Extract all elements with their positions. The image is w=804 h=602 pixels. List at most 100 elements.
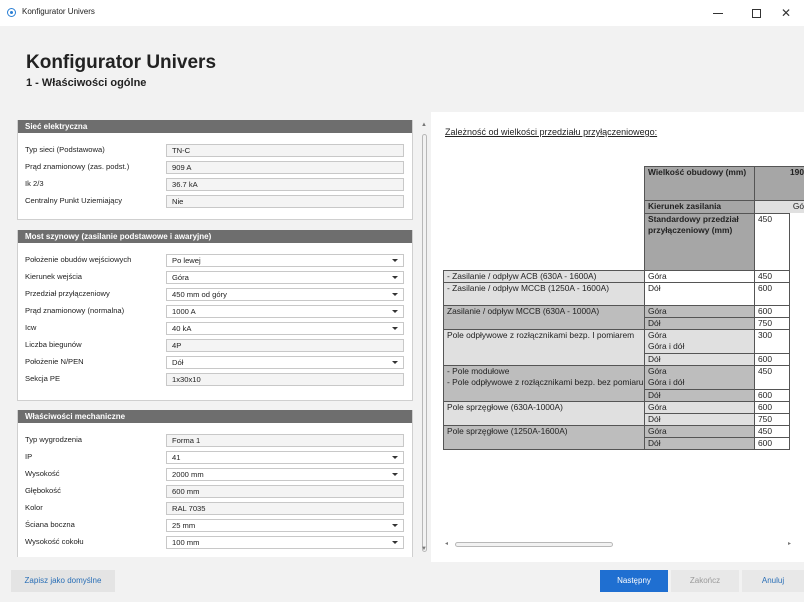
scroll-up-icon[interactable]: ▲ [421,122,427,128]
property-label: Ściana boczna [25,520,75,529]
properties-scrollbar[interactable]: ▲ ▼ [418,120,430,557]
wysokosc-cokolu-select[interactable]: 100 mm [166,536,404,549]
typ-wygrodzenia-field: Forma 1 [166,434,404,447]
property-row: Głębokość 600 mm [18,483,413,499]
property-row: Kolor RAL 7035 [18,500,413,516]
table-row-value: 600 [754,282,790,305]
kierunek-wejscia-select[interactable]: Góra [166,271,404,284]
property-label: Głębokość [25,486,61,495]
page-subtitle: 1 - Właściwości ogólne [26,77,147,89]
scroll-down-icon[interactable]: ▼ [421,546,427,552]
property-label: Wysokość cokołu [25,537,84,546]
ip-select[interactable]: 41 [166,451,404,464]
wysokosc-select[interactable]: 2000 mm [166,468,404,481]
table-row-direction: Góra [644,305,754,317]
property-row: Prąd znamionowy (normalna) 1000 A [18,303,413,319]
table-row-value: 750 [754,413,790,425]
glebokosc-field: 600 mm [166,485,404,498]
table-header-standard-label: Standardowy przedział przyłączeniowy (mm… [644,213,754,270]
table-row-name: - Zasilanie / odpływ MCCB (1250A - 1600A… [443,282,644,305]
property-row: IP 41 [18,449,413,465]
table-header-direction-value: Gó [754,200,804,213]
minimize-icon [713,12,723,14]
content-area: Sieć elektryczna Typ sieci (Podstawowa) … [0,112,804,562]
property-label: IP [25,452,33,461]
table-row-value: 450 [754,270,790,282]
section-wlasciwosci-mechaniczne: Właściwości mechaniczne Typ wygrodzenia … [17,410,413,557]
table-row-value: 450 [754,365,790,389]
chevron-down-icon [392,456,398,459]
scroll-left-icon[interactable]: ◂ [445,540,448,547]
property-row: Centralny Punkt Uziemiający Nie [18,193,413,209]
close-button[interactable]: ✕ [768,0,804,26]
table-row-name: Pole sprzęgłowe (1250A-1600A) [443,425,644,450]
chevron-down-icon [392,327,398,330]
footer-bar: Zapisz jako domyślne Następny Zakończ An… [0,562,804,602]
save-as-default-button[interactable]: Zapisz jako domyślne [11,570,115,592]
property-row: Wysokość 2000 mm [18,466,413,482]
table-header-standard-value: 450 [754,213,790,270]
table-row-value: 600 [754,437,790,450]
prad-znamionowy-select[interactable]: 1000 A [166,305,404,318]
properties-panel: Sieć elektryczna Typ sieci (Podstawowa) … [17,120,413,557]
finish-button[interactable]: Zakończ [671,570,739,592]
property-row: Ik 2/3 36.7 kA [18,176,413,192]
table-row-value: 300 [754,329,790,353]
property-label: Kolor [25,503,43,512]
chevron-down-icon [392,259,398,262]
select-value: 2000 mm [172,470,204,479]
section-most-szynowy: Most szynowy (zasilanie podstawowe i awa… [17,230,413,401]
maximize-icon [751,8,761,18]
icw-select[interactable]: 40 kA [166,322,404,335]
minimize-button[interactable] [700,0,736,26]
next-button[interactable]: Następny [600,570,668,592]
section-title: Most szynowy (zasilanie podstawowe i awa… [18,230,412,243]
chevron-down-icon [392,473,398,476]
table-row-name: Pole sprzęgłowe (630A-1000A) [443,401,644,425]
property-row: Położenie obudów wejściowych Po lewej [18,252,413,268]
property-label: Liczba biegunów [25,340,82,349]
property-row: Przedział przyłączeniowy 450 mm od góry [18,286,413,302]
select-value: 25 mm [172,521,196,530]
table-row-direction: Góra [644,329,754,341]
scrollbar-thumb[interactable] [422,134,427,552]
polozenie-obudow-select[interactable]: Po lewej [166,254,404,267]
property-row: Prąd znamionowy (zas. podst.) 909 A [18,159,413,175]
section-siec-elektryczna: Sieć elektryczna Typ sieci (Podstawowa) … [17,120,413,220]
table-row-direction: Dół [644,437,754,450]
table-horizontal-scrollbar[interactable]: ◂ ▸ [445,540,795,550]
chevron-down-icon [392,524,398,527]
polozenie-npen-select[interactable]: Dół [166,356,404,369]
chevron-down-icon [392,541,398,544]
dependency-title: Zależność od wielkości przedziału przyłą… [445,127,658,137]
table-row-direction: Góra [644,365,754,377]
dependency-table: Wielkość obudowy (mm) 190 Kierunek zasil… [443,166,804,498]
title-bar: Konfigurator Univers ✕ [0,0,804,26]
table-row-direction: Góra [644,401,754,413]
chevron-down-icon [392,293,398,296]
table-header-direction-label: Kierunek zasilania [644,200,754,213]
prad-znamionowy-field: 909 A [166,161,404,174]
scroll-right-icon[interactable]: ▸ [788,540,791,547]
table-row-direction: Góra [644,270,754,282]
window-title: Konfigurator Univers [22,7,95,16]
table-row-name: - Pole modułowe [443,365,644,377]
chevron-down-icon [392,310,398,313]
property-label: Ik 2/3 [25,179,44,188]
property-label: Położenie obudów wejściowych [25,255,132,264]
property-label: Wysokość [25,469,60,478]
property-row: Ściana boczna 25 mm [18,517,413,533]
table-row-value: 450 [754,425,790,437]
table-row-direction: Dół [644,317,754,329]
section-title: Właściwości mechaniczne [18,410,412,423]
przedzial-przylaczeniowy-select[interactable]: 450 mm od góry [166,288,404,301]
sciana-boczna-select[interactable]: 25 mm [166,519,404,532]
page-title: Konfigurator Univers [26,52,217,73]
property-row: Kierunek wejścia Góra [18,269,413,285]
scrollbar-thumb[interactable] [455,542,613,547]
page-header: Konfigurator Univers 1 - Właściwości ogó… [0,26,804,112]
property-label: Centralny Punkt Uziemiający [25,196,123,205]
table-row-value: 600 [754,389,790,401]
cancel-button[interactable]: Anuluj [742,570,804,592]
property-row: Położenie N/PEN Dół [18,354,413,370]
